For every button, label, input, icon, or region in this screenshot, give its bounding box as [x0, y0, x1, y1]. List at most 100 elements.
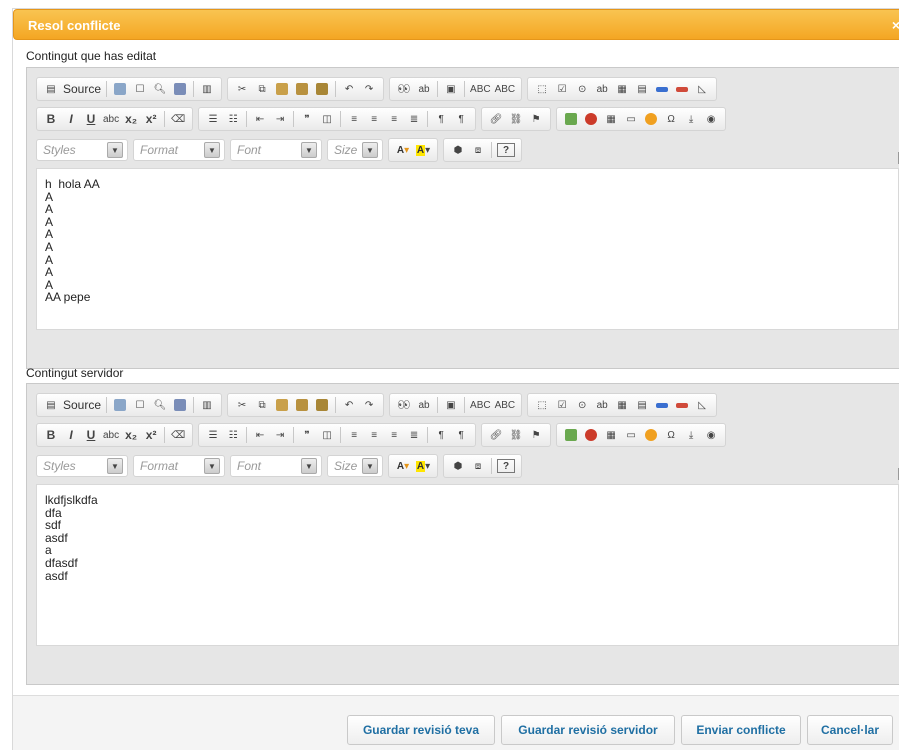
font-combo[interactable]: Font ▼ [230, 139, 322, 161]
outdent-icon[interactable]: ⇤ [252, 111, 268, 127]
smiley-icon[interactable] [643, 427, 659, 443]
checkbox-icon[interactable]: ☑ [554, 397, 570, 413]
paste-icon[interactable] [274, 81, 290, 97]
send-conflict-button[interactable]: Enviar conflicte [681, 715, 801, 745]
help-icon[interactable]: ? [497, 459, 515, 473]
button-field-icon[interactable] [654, 397, 670, 413]
textfield-icon[interactable]: ab [594, 81, 610, 97]
radio-icon[interactable]: ⊙ [574, 397, 590, 413]
remove-format-icon[interactable]: ⌫ [170, 427, 186, 443]
anchor-flag-icon[interactable]: ⚑ [528, 427, 544, 443]
textarea-icon[interactable]: ▦ [614, 397, 630, 413]
smiley-icon[interactable] [643, 111, 659, 127]
copy-icon[interactable]: ⧉ [254, 397, 270, 413]
subscript-button[interactable]: x₂ [123, 427, 139, 443]
image-button-icon[interactable] [674, 397, 690, 413]
italic-button[interactable]: I [63, 111, 79, 127]
new-page-icon[interactable]: ☐ [132, 81, 148, 97]
italic-button[interactable]: I [63, 427, 79, 443]
save-server-revision-button[interactable]: Guardar revisió servidor [501, 715, 675, 745]
bold-button[interactable]: B [43, 111, 59, 127]
hidden-field-icon[interactable]: ◺ [694, 81, 710, 97]
table-icon[interactable]: ▦ [603, 427, 619, 443]
hidden-field-icon[interactable]: ◺ [694, 397, 710, 413]
font-combo[interactable]: Font ▼ [230, 455, 322, 477]
indent-icon[interactable]: ⇥ [272, 111, 288, 127]
blockquote-icon[interactable]: ❞ [299, 427, 315, 443]
redo-icon[interactable]: ↷ [361, 81, 377, 97]
textarea-icon[interactable]: ▦ [614, 81, 630, 97]
textfield-icon[interactable]: ab [594, 397, 610, 413]
page-break-icon[interactable]: ⤓ [683, 111, 699, 127]
styles-combo[interactable]: Styles ▼ [36, 139, 128, 161]
show-blocks-icon[interactable]: ⧈ [470, 458, 486, 474]
rtl-icon[interactable]: ¶ [453, 111, 469, 127]
underline-button[interactable]: U [83, 427, 99, 443]
strike-button[interactable]: abc [103, 111, 119, 127]
link-icon[interactable]: 🔗︎ [488, 427, 504, 443]
chevron-down-icon[interactable]: ▼ [204, 458, 220, 474]
select-all-icon[interactable]: ▣ [443, 81, 459, 97]
scayt-icon[interactable]: ABC [495, 81, 516, 97]
cut-icon[interactable]: ✂ [234, 397, 250, 413]
styles-combo[interactable]: Styles ▼ [36, 455, 128, 477]
justify-icon[interactable]: ≣ [406, 427, 422, 443]
dialog-titlebar[interactable]: Resol conflicte × [13, 9, 899, 40]
numbered-list-icon[interactable]: ☰ [205, 111, 221, 127]
save-icon[interactable] [112, 81, 128, 97]
close-icon[interactable]: × [892, 17, 899, 33]
iframe-icon[interactable]: ◉ [703, 111, 719, 127]
form-icon[interactable]: ⬚ [534, 81, 550, 97]
spellcheck-icon[interactable]: ABC [470, 397, 491, 413]
chevron-down-icon[interactable]: ▼ [301, 142, 317, 158]
outdent-icon[interactable]: ⇤ [252, 427, 268, 443]
undo-icon[interactable]: ↶ [341, 397, 357, 413]
spellcheck-icon[interactable]: ABC [470, 81, 491, 97]
text-color-icon[interactable]: A ▾ [395, 142, 411, 158]
cancel-button[interactable]: Cancel·lar [807, 715, 893, 745]
chevron-down-icon[interactable]: ▼ [362, 142, 378, 158]
bulleted-list-icon[interactable]: ☷ [225, 427, 241, 443]
background-color-icon[interactable]: A ▾ [415, 458, 431, 474]
select-all-icon[interactable]: ▣ [443, 397, 459, 413]
background-color-icon[interactable]: A ▾ [415, 142, 431, 158]
format-combo[interactable]: Format ▼ [133, 139, 225, 161]
flash-icon[interactable] [583, 111, 599, 127]
print-icon[interactable] [172, 397, 188, 413]
div-container-icon[interactable]: ◫ [319, 427, 335, 443]
bulleted-list-icon[interactable]: ☷ [225, 111, 241, 127]
chevron-down-icon[interactable]: ▼ [107, 142, 123, 158]
source-button[interactable]: Source [63, 397, 101, 413]
select-field-icon[interactable]: ▤ [634, 397, 650, 413]
justify-icon[interactable]: ≣ [406, 111, 422, 127]
subscript-button[interactable]: x₂ [123, 111, 139, 127]
align-right-icon[interactable]: ≡ [386, 111, 402, 127]
button-field-icon[interactable] [654, 81, 670, 97]
source-icon[interactable]: ▤ [43, 81, 59, 97]
link-icon[interactable]: 🔗︎ [488, 111, 504, 127]
rtl-icon[interactable]: ¶ [453, 427, 469, 443]
edited-content-area[interactable]: h hola AA A A A A A A A A AA pepe [36, 168, 899, 330]
blockquote-icon[interactable]: ❞ [299, 111, 315, 127]
paste-word-icon[interactable] [314, 81, 330, 97]
paste-word-icon[interactable] [314, 397, 330, 413]
align-center-icon[interactable]: ≡ [366, 111, 382, 127]
paste-text-icon[interactable] [294, 81, 310, 97]
templates-icon[interactable]: ▥ [199, 81, 215, 97]
special-char-icon[interactable]: Ω [663, 427, 679, 443]
copy-icon[interactable]: ⧉ [254, 81, 270, 97]
redo-icon[interactable]: ↷ [361, 397, 377, 413]
radio-icon[interactable]: ⊙ [574, 81, 590, 97]
save-my-revision-button[interactable]: Guardar revisió teva [347, 715, 495, 745]
div-container-icon[interactable]: ◫ [319, 111, 335, 127]
scayt-icon[interactable]: ABC [495, 397, 516, 413]
size-combo[interactable]: Size ▼ [327, 455, 383, 477]
preview-icon[interactable]: 🔍︎ [152, 81, 168, 97]
server-content-area[interactable]: lkdfjslkdfa dfa sdf asdf a dfasdf asdf [36, 484, 899, 646]
unlink-icon[interactable]: ⛓ [508, 111, 524, 127]
replace-icon[interactable]: ab [416, 81, 432, 97]
image-icon[interactable] [563, 111, 579, 127]
bold-button[interactable]: B [43, 427, 59, 443]
align-left-icon[interactable]: ≡ [346, 111, 362, 127]
find-icon[interactable]: 👀︎ [396, 397, 412, 413]
